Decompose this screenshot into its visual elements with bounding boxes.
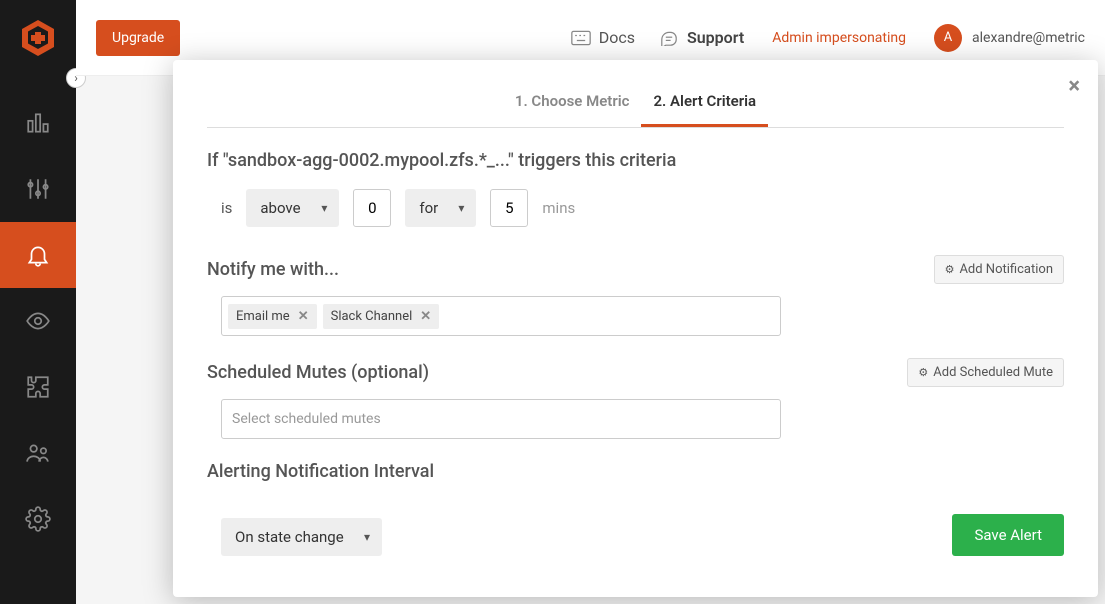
notify-tag: Slack Channel ✕ [323,304,440,329]
criteria-is-label: is [221,199,232,217]
notify-tag-label: Slack Channel [331,309,413,324]
criteria-heading: If "sandbox-agg-0002.mypool.zfs.*_..." t… [207,150,1064,171]
remove-tag-icon[interactable]: ✕ [298,309,309,324]
nav-settings[interactable] [0,486,76,552]
tab-choose-metric[interactable]: 1. Choose Metric [503,92,642,127]
comparator-select-wrap: above [246,189,339,227]
criteria-row: is above for mins [221,189,1064,227]
threshold-input[interactable] [353,189,391,227]
tab-alert-criteria[interactable]: 2. Alert Criteria [641,92,768,127]
duration-mode-select[interactable]: for [405,189,476,227]
interval-select[interactable]: On state change [221,518,382,556]
comparator-select[interactable]: above [246,189,339,227]
logo-icon [18,18,58,58]
eye-icon [25,308,51,334]
notify-header: Notify me with... ⚙ Add Notification [207,255,1064,284]
add-scheduled-mute-label: Add Scheduled Mute [933,365,1053,380]
bar-chart-icon [25,110,51,136]
sliders-icon [25,176,51,202]
gear-icon: ⚙ [945,263,955,276]
interval-select-wrap: On state change [221,518,382,556]
add-notification-button[interactable]: ⚙ Add Notification [934,255,1064,284]
notify-tag-label: Email me [236,309,290,324]
nav-metrics[interactable] [0,90,76,156]
logo[interactable] [0,0,76,76]
modal-backdrop: × 1. Choose Metric 2. Alert Criteria If … [76,0,1105,604]
notify-tag: Email me ✕ [228,304,317,329]
bell-icon [25,242,51,268]
gear-icon: ⚙ [918,366,928,379]
interval-title: Alerting Notification Interval [207,461,1064,482]
mutes-title: Scheduled Mutes (optional) [207,362,429,383]
nav-alerts[interactable] [0,222,76,288]
add-notification-label: Add Notification [959,262,1053,277]
puzzle-icon [25,374,51,400]
add-scheduled-mute-button[interactable]: ⚙ Add Scheduled Mute [907,358,1064,387]
interval-row: On state change Save Alert [207,500,1064,556]
mins-label: mins [542,199,575,217]
nav [0,90,76,552]
alert-modal: × 1. Choose Metric 2. Alert Criteria If … [173,60,1098,597]
close-button[interactable]: × [1068,74,1080,99]
remove-tag-icon[interactable]: ✕ [420,309,431,324]
notify-title: Notify me with... [207,259,339,280]
gear-icon [25,506,51,532]
duration-mode-select-wrap: for [405,189,476,227]
nav-integrations[interactable] [0,354,76,420]
sidebar: › [0,0,76,604]
mutes-placeholder: Select scheduled mutes [228,411,381,427]
modal-tabs: 1. Choose Metric 2. Alert Criteria [207,92,1064,128]
duration-input[interactable] [490,189,528,227]
users-icon [25,440,51,466]
notify-tag-input[interactable]: Email me ✕ Slack Channel ✕ [221,296,781,336]
mutes-header: Scheduled Mutes (optional) ⚙ Add Schedul… [207,358,1064,387]
nav-status[interactable] [0,288,76,354]
mutes-tag-input[interactable]: Select scheduled mutes [221,399,781,439]
nav-team[interactable] [0,420,76,486]
save-alert-button[interactable]: Save Alert [952,514,1064,556]
nav-dashboards[interactable] [0,156,76,222]
